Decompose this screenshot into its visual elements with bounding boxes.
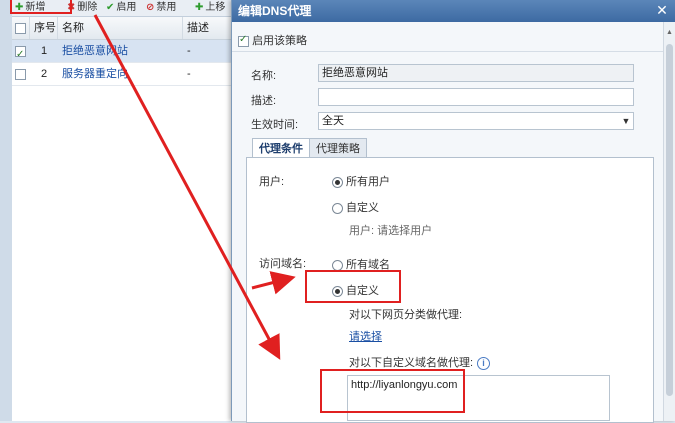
annotation-arrow-diagonal xyxy=(93,14,281,360)
annotation-arrows xyxy=(93,14,296,360)
annotation-arrow-short xyxy=(251,271,296,295)
